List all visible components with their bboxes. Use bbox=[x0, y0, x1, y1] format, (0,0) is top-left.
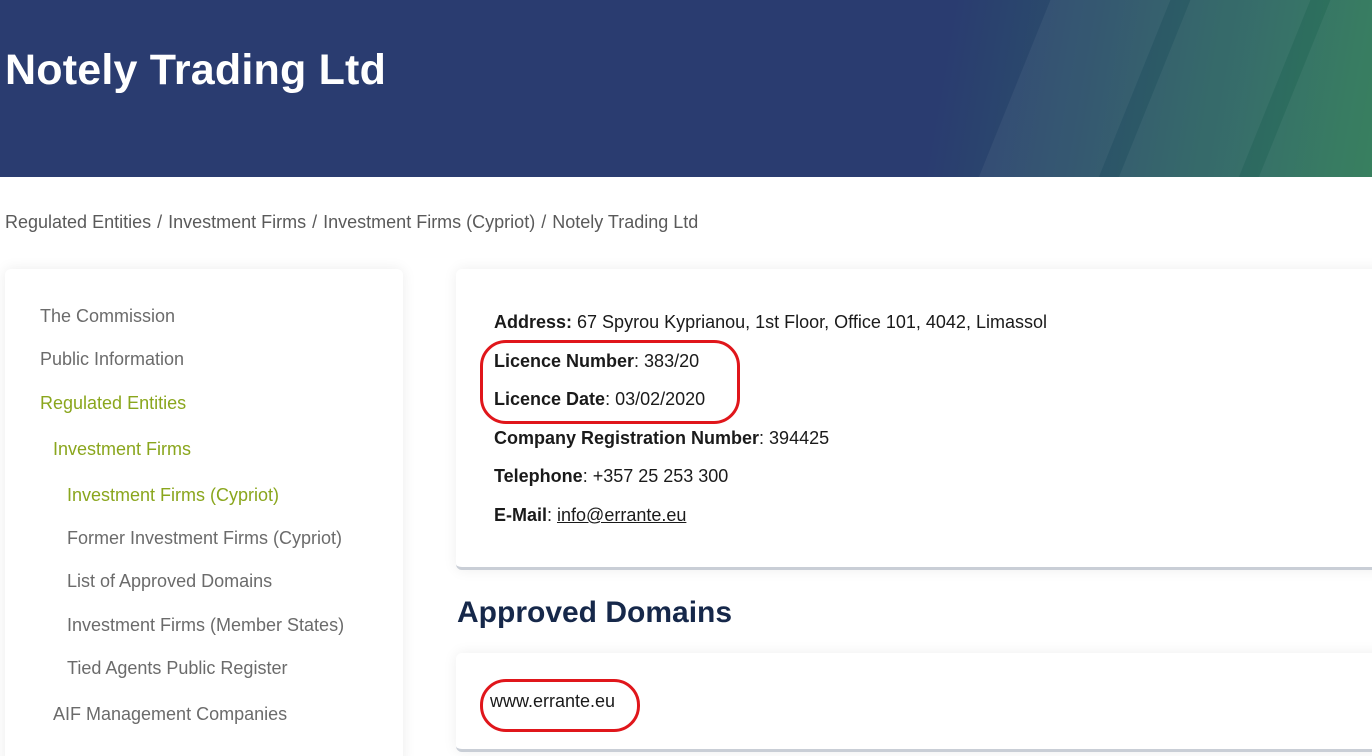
header-banner: Notely Trading Ltd bbox=[0, 0, 1372, 177]
sidebar-item-regulated-entities[interactable]: Regulated Entities bbox=[40, 393, 186, 414]
address-value: 67 Spyrou Kyprianou, 1st Floor, Office 1… bbox=[572, 312, 1047, 332]
licence-date-value: : 03/02/2020 bbox=[605, 389, 706, 409]
licence-number-value: : 383/20 bbox=[634, 351, 700, 371]
telephone-value: : +357 25 253 300 bbox=[582, 466, 729, 486]
sidebar-item-the-commission[interactable]: The Commission bbox=[40, 306, 175, 327]
approved-domain-item: www.errante.eu bbox=[490, 691, 616, 711]
telephone-label: Telephone bbox=[494, 466, 583, 486]
breadcrumb-investment-firms[interactable]: Investment Firms bbox=[168, 212, 306, 232]
address-label: Address: bbox=[494, 312, 573, 332]
sidebar-item-tied-agents[interactable]: Tied Agents Public Register bbox=[67, 658, 287, 679]
breadcrumb-separator: / bbox=[541, 212, 547, 232]
email-row: E-Mail: info@errante.eu bbox=[494, 505, 686, 526]
licence-date-row: Licence Date: 03/02/2020 bbox=[494, 389, 705, 410]
sidebar-item-aif-management[interactable]: AIF Management Companies bbox=[53, 704, 287, 725]
approved-domains-heading: Approved Domains bbox=[457, 596, 733, 629]
licence-date-label: Licence Date bbox=[494, 389, 606, 409]
licence-number-label: Licence Number bbox=[494, 351, 635, 371]
telephone-row: Telephone: +357 25 253 300 bbox=[494, 466, 728, 487]
breadcrumb-investment-firms-cypriot[interactable]: Investment Firms (Cypriot) bbox=[323, 212, 535, 232]
sidebar-item-investment-firms-member-states[interactable]: Investment Firms (Member States) bbox=[67, 615, 344, 636]
sidebar-item-investment-firms-cypriot[interactable]: Investment Firms (Cypriot) bbox=[67, 485, 279, 506]
breadcrumb-separator: / bbox=[312, 212, 318, 232]
breadcrumb-separator: / bbox=[157, 212, 163, 232]
breadcrumb-current: Notely Trading Ltd bbox=[552, 212, 699, 232]
email-link[interactable]: info@errante.eu bbox=[557, 505, 686, 525]
page: Notely Trading Ltd Regulated Entities / In… bbox=[0, 0, 1372, 756]
breadcrumb: Regulated Entities / Investment Firms / Inve… bbox=[5, 212, 698, 233]
page-title: Notely Trading Ltd bbox=[5, 46, 387, 94]
sidebar-item-investment-firms[interactable]: Investment Firms bbox=[53, 439, 191, 460]
approved-domains-card: www.errante.eu bbox=[456, 653, 1372, 752]
sidebar-item-approved-domains[interactable]: List of Approved Domains bbox=[67, 571, 272, 592]
company-registration-value: : 394425 bbox=[759, 428, 830, 448]
licence-number-row: Licence Number: 383/20 bbox=[494, 351, 699, 372]
breadcrumb-regulated-entities[interactable]: Regulated Entities bbox=[5, 212, 151, 232]
email-colon: : bbox=[547, 505, 558, 525]
company-details-card: Address: 67 Spyrou Kyprianou, 1st Floor,… bbox=[456, 269, 1372, 570]
company-registration-row: Company Registration Number: 394425 bbox=[494, 428, 829, 449]
sidebar-item-public-information[interactable]: Public Information bbox=[40, 349, 184, 370]
sidebar-nav: The Commission Public Information Regula… bbox=[5, 269, 403, 756]
company-registration-label: Company Registration Number bbox=[494, 428, 760, 448]
address-row: Address: 67 Spyrou Kyprianou, 1st Floor,… bbox=[494, 312, 1047, 333]
sidebar-item-former-investment-firms[interactable]: Former Investment Firms (Cypriot) bbox=[67, 528, 342, 549]
email-label: E-Mail bbox=[494, 505, 548, 525]
